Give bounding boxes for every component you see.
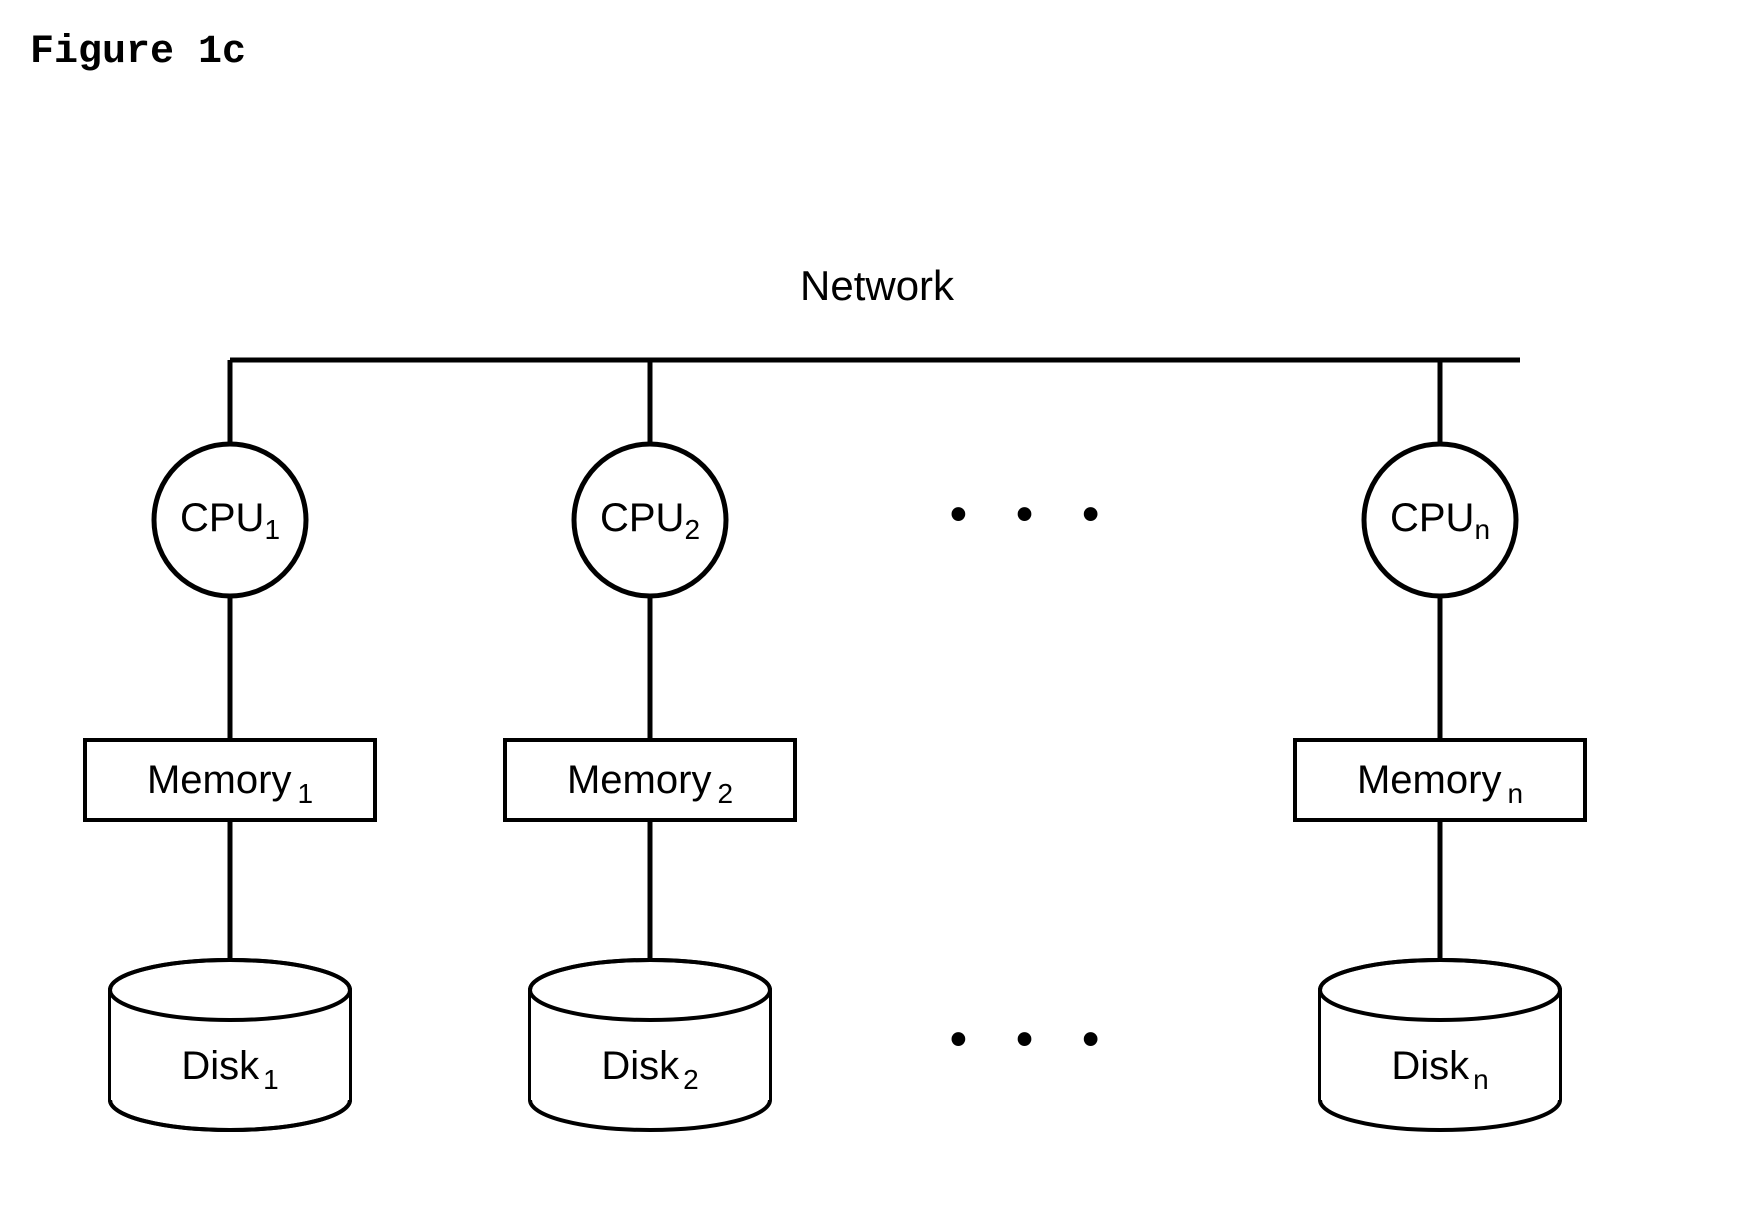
figure-title: Figure 1c: [30, 30, 246, 75]
ellipsis-bottom: • • •: [950, 1013, 1117, 1066]
node-column-n: CPUn Memoryn Diskn: [1295, 360, 1585, 1130]
ellipsis-top: • • •: [950, 488, 1117, 541]
network-label: Network: [800, 262, 955, 309]
node-column-1: CPU1 Memory1 Disk1: [85, 360, 375, 1130]
diagram-canvas: Network CPU1 Memory1 Disk1: [0, 0, 1758, 1206]
node-column-2: CPU2 Memory2 Disk2: [505, 360, 795, 1130]
